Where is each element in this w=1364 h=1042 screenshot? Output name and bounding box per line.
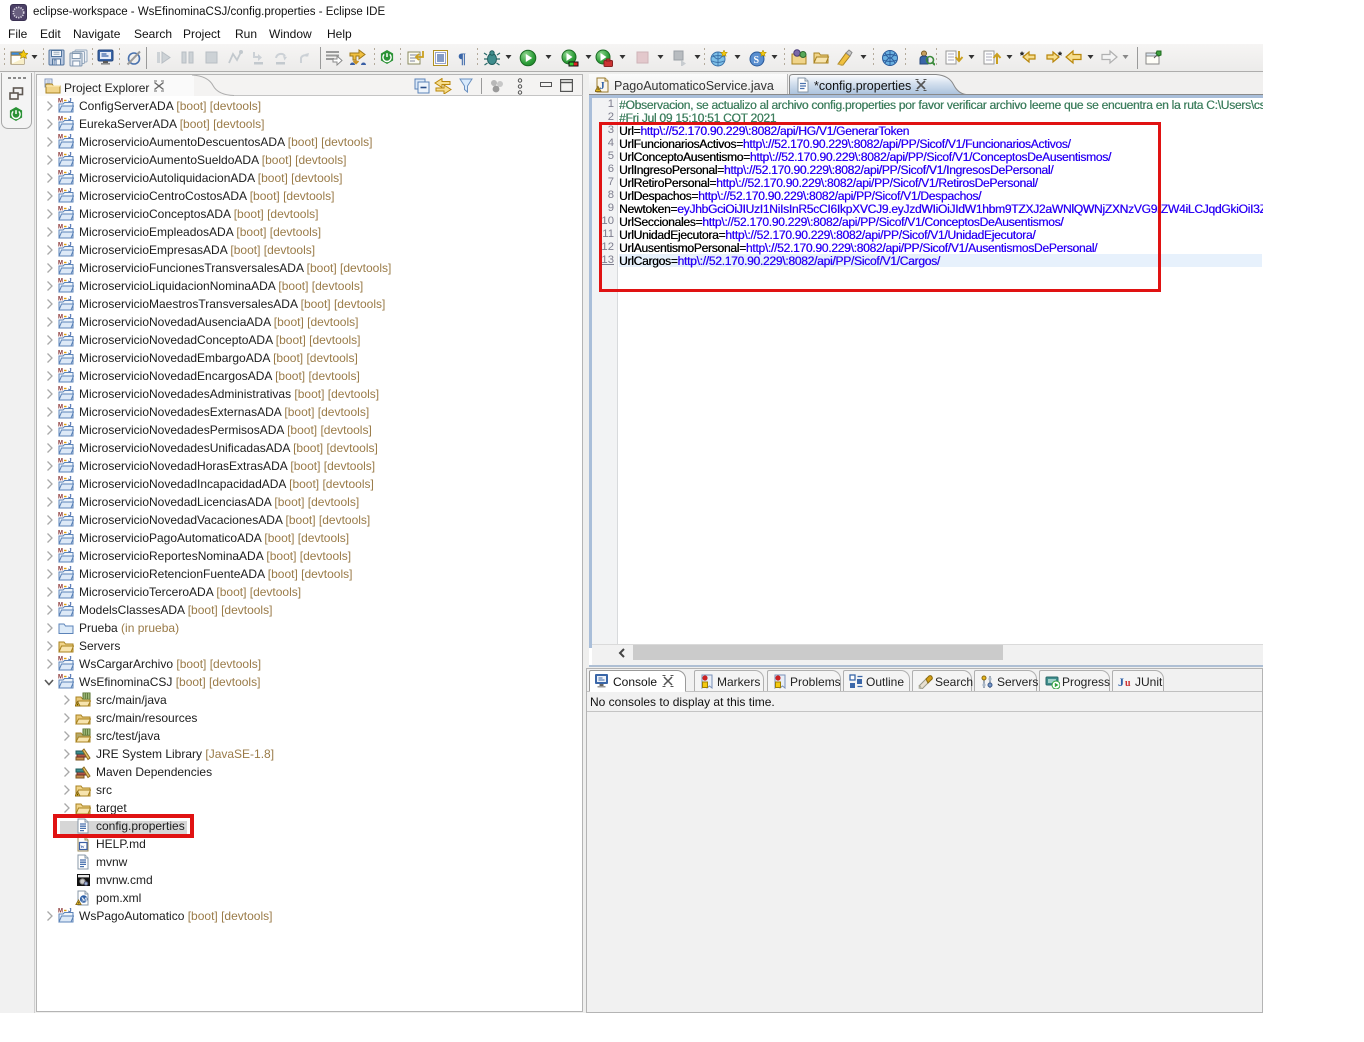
svg-text:J: J	[68, 314, 72, 320]
svg-text:J: J	[68, 368, 72, 374]
svg-text:M: M	[58, 189, 63, 195]
svg-text:J: J	[68, 602, 72, 608]
svg-text:J: J	[68, 530, 72, 536]
svg-text:M: M	[58, 387, 63, 393]
svg-text:M: M	[58, 99, 63, 105]
svg-text:J: J	[68, 296, 72, 302]
svg-text:J: J	[68, 242, 72, 248]
svg-text:J: J	[68, 188, 72, 194]
svg-text:J: J	[68, 170, 72, 176]
svg-text:J: J	[68, 656, 72, 662]
svg-text:M: M	[58, 549, 63, 555]
svg-text:M: M	[58, 405, 63, 411]
svg-text:M: M	[58, 423, 63, 429]
svg-text:J: J	[1118, 675, 1124, 689]
svg-text:J: J	[68, 548, 72, 554]
svg-text:M: M	[58, 477, 63, 483]
svg-text:M: M	[58, 279, 63, 285]
svg-text:J: J	[68, 512, 72, 518]
svg-text:M: M	[58, 531, 63, 537]
svg-text:J: J	[68, 566, 72, 572]
svg-text:J: J	[68, 152, 72, 158]
svg-text:S: S	[754, 55, 760, 66]
svg-text:M: M	[58, 567, 63, 573]
svg-text:J: J	[68, 98, 72, 104]
svg-text:J: J	[68, 458, 72, 464]
svg-text:M: M	[81, 896, 87, 903]
svg-text:J: J	[68, 476, 72, 482]
svg-text:J: J	[68, 350, 72, 356]
svg-text:M: M	[58, 171, 63, 177]
svg-text:M: M	[58, 513, 63, 519]
svg-text:J: J	[68, 278, 72, 284]
svg-text:M: M	[58, 243, 63, 249]
svg-text:M: M	[58, 153, 63, 159]
svg-text:M: M	[58, 117, 63, 123]
svg-text:J: J	[68, 116, 72, 122]
svg-text:J: J	[68, 332, 72, 338]
svg-text:M: M	[58, 657, 63, 663]
svg-text:J: J	[68, 260, 72, 266]
svg-text:M: M	[58, 909, 63, 915]
svg-text:J: J	[68, 206, 72, 212]
svg-text:M: M	[58, 459, 63, 465]
svg-text:M: M	[58, 495, 63, 501]
svg-text:u: u	[1125, 678, 1131, 689]
svg-text:M: M	[58, 225, 63, 231]
svg-text:J: J	[68, 386, 72, 392]
svg-text:M: M	[58, 351, 63, 357]
svg-text:M: M	[58, 315, 63, 321]
svg-text:M: M	[58, 585, 63, 591]
svg-text:J: J	[68, 494, 72, 500]
svg-text:J: J	[68, 674, 72, 680]
svg-text:w: w	[81, 844, 85, 850]
svg-text:J: J	[68, 440, 72, 446]
svg-text:M: M	[58, 441, 63, 447]
svg-text:J: J	[68, 404, 72, 410]
svg-text:M: M	[58, 675, 63, 681]
svg-text:M: M	[58, 135, 63, 141]
svg-text:J: J	[68, 224, 72, 230]
svg-text:J: J	[68, 422, 72, 428]
svg-text:M: M	[58, 261, 63, 267]
svg-text:M: M	[58, 369, 63, 375]
svg-text:M: M	[58, 207, 63, 213]
svg-text:J: J	[68, 584, 72, 590]
svg-text:J: J	[68, 134, 72, 140]
svg-text:M: M	[58, 603, 63, 609]
svg-text:M: M	[58, 333, 63, 339]
svg-text:¶: ¶	[458, 51, 466, 66]
svg-text:J: J	[68, 908, 72, 914]
svg-text:M: M	[58, 297, 63, 303]
